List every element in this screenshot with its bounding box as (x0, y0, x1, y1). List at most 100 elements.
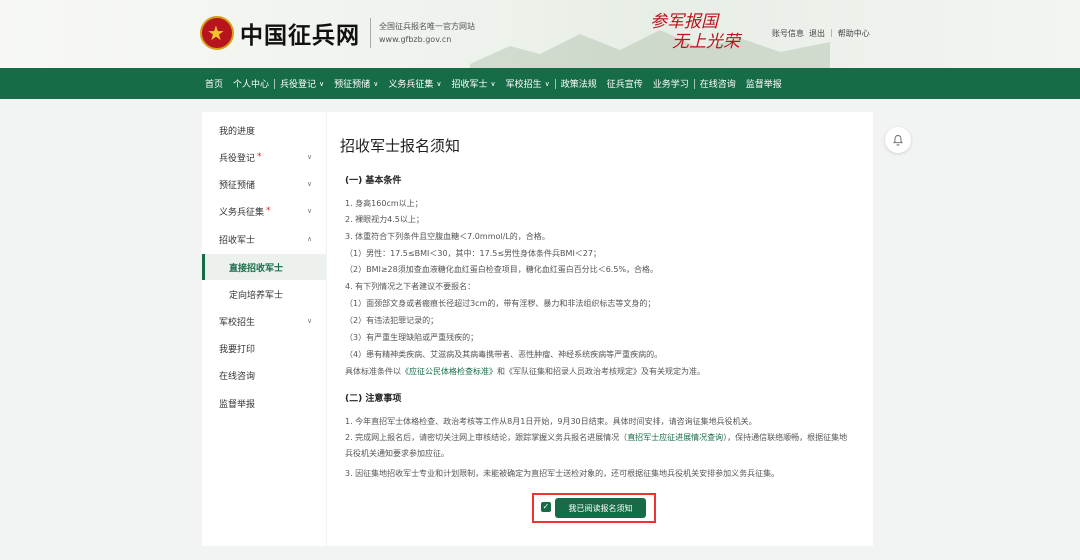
nav-conscription-label: 义务兵征集 (388, 80, 434, 90)
nav-home-label: 首页 (205, 80, 224, 90)
basic-item: （3）有严重生理缺陷或严重残疾的； (345, 333, 479, 342)
nav-online-consult[interactable]: 在线咨询 (695, 68, 741, 99)
sidebar-item-directed-sergeant[interactable]: 定向培养军士 (202, 281, 326, 307)
sidebar-item-label: 监督举报 (219, 399, 256, 410)
nav-pre-enlistment-label: 预征预储 (334, 80, 371, 90)
nav-sergeant-recruitment-label: 招收军士 (451, 80, 488, 90)
slogan-line2: 无上光荣 (672, 32, 740, 52)
sidebar-item-label: 义务兵征集 (219, 207, 265, 218)
sidebar-item-direct-sergeant[interactable]: 直接招收军士 (202, 254, 326, 280)
brand-name: 中国征兵网 (240, 22, 360, 49)
sidebar-item-label: 定向培养军士 (229, 290, 284, 301)
note-item: 1. 今年直招军士体格检查、政治考核等工作从8月1日开始，9月30日结束。具体时… (345, 417, 757, 426)
site-header: ★ 中国征兵网 全国征兵报名唯一官方网站 www.gfbzb.gov.cn 参军… (0, 0, 1080, 68)
nav-personal-center-label: 个人中心 (233, 80, 270, 90)
nav-sergeant-recruitment[interactable]: 招收军士 ∨ (446, 68, 500, 99)
sidebar-item-label: 在线咨询 (219, 371, 256, 382)
read-checkbox[interactable]: ✓ (541, 502, 551, 512)
basic-item: （4）患有精神类疾病、艾滋病及其病毒携带者、恶性肿瘤、神经系统疾病等严重疾病的。 (345, 350, 663, 359)
chevron-down-icon: ∨ (307, 317, 313, 325)
nav-pre-enlistment[interactable]: 预征预储 ∨ (329, 68, 383, 99)
sidebar-item-label: 我要打印 (219, 344, 256, 355)
brand-subtitle: 全国征兵报名唯一官方网站 www.gfbzb.gov.cn (379, 20, 475, 46)
nav-promotion[interactable]: 征兵宣传 (602, 68, 648, 99)
basic-item: 2. 裸眼视力4.5以上； (345, 215, 424, 224)
standard-mid: 和《军队征集和招录人员政治考核规定》及有关规定为准。 (497, 367, 705, 376)
section-notes-title: (二) 注意事项 (345, 394, 402, 404)
brand-subtitle-line1: 全国征兵报名唯一官方网站 (379, 22, 475, 31)
nav-military-academy[interactable]: 军校招生 ∨ (501, 68, 555, 99)
nav-military-registration-label: 兵役登记 (280, 80, 317, 90)
chevron-down-icon: ∨ (307, 153, 313, 161)
basic-item: 3. 体重符合下列条件且空腹血糖＜7.0mmol/L的，合格。 (345, 232, 550, 241)
nav-report-label: 监督举报 (745, 80, 782, 90)
nav-promotion-label: 征兵宣传 (606, 80, 643, 90)
sidebar-item-academy[interactable]: 军校招生 ∨ (202, 308, 326, 334)
nav-online-consult-label: 在线咨询 (699, 80, 736, 90)
chevron-up-icon: ∧ (307, 235, 313, 243)
read-confirm-button[interactable]: 我已阅读报名须知 (555, 498, 646, 518)
chevron-down-icon: ∨ (307, 180, 313, 188)
basic-item: （1）面颈部文身或者瘢痕长径超过3cm的，带有淫秽、暴力和非法组织标志等文身的； (345, 299, 656, 308)
sidebar-item-label: 兵役登记 (219, 153, 256, 164)
brand-subtitle-line2: www.gfbzb.gov.cn (379, 35, 452, 44)
sidebar-item-label: 预征预储 (219, 180, 256, 191)
note2-pre: 2. 完成网上报名后，请密切关注网上审核结论，跟踪掌握义务兵报名进展情况（ (345, 433, 628, 442)
chevron-down-icon: ∨ (436, 79, 442, 88)
slogan: 参军报国 无上光荣 (650, 12, 740, 52)
nav-learning-label: 业务学习 (652, 80, 689, 90)
sidebar-item-label: 招收军士 (219, 235, 256, 246)
sidebar-item-pre-enlistment[interactable]: 预征预储 ∨ (202, 171, 326, 197)
nav-policy[interactable]: 政策法规 (556, 68, 602, 99)
sidebar-item-consult[interactable]: 在线咨询 (202, 362, 326, 388)
required-mark: * (266, 206, 271, 216)
note-item: 3. 因征集地招收军士专业和计划限制，未能被确定为直招军士送检对象的，还可根据征… (345, 469, 780, 478)
notification-bell[interactable] (885, 127, 911, 153)
sidebar-item-label: 直接招收军士 (229, 263, 284, 274)
army-emblem-icon: ★ (200, 16, 234, 50)
sidebar-item-report[interactable]: 监督举报 (202, 390, 326, 416)
sidebar-item-label: 我的进度 (219, 126, 256, 137)
standard-pre: 具体标准条件以 (345, 367, 401, 376)
standard-note: 具体标准条件以《应征公民体格检查标准》和《军队征集和招录人员政治考核规定》及有关… (345, 366, 705, 377)
bell-icon (893, 135, 903, 146)
brand-divider (370, 18, 371, 48)
site-logo[interactable]: ★ 中国征兵网 全国征兵报名唯一官方网站 www.gfbzb.gov.cn (200, 16, 475, 50)
basic-item: 1. 身高160cm以上； (345, 199, 423, 208)
nav-personal-center[interactable]: 个人中心 (228, 68, 274, 99)
sidebar: 我的进度 兵役登记 * ∨ 预征预储 ∨ 义务兵征集 * ∨ 招收军士 ∧ 直接招收军士 定… (202, 112, 326, 546)
chevron-down-icon: ∨ (544, 79, 550, 88)
basic-item: （2）BMI≥28须加查血液糖化血红蛋白检查项目，糖化血红蛋白百分比＜6.5%，… (345, 265, 659, 274)
nav-military-registration[interactable]: 兵役登记 ∨ (275, 68, 329, 99)
sidebar-item-print[interactable]: 我要打印 (202, 335, 326, 361)
nav-military-academy-label: 军校招生 (505, 80, 542, 90)
nav-home[interactable]: 首页 (200, 68, 228, 99)
sidebar-item-progress[interactable]: 我的进度 (202, 117, 326, 143)
link-divider: | (830, 28, 833, 37)
basic-item: （2）有违法犯罪记录的； (345, 316, 439, 325)
sidebar-item-sergeant[interactable]: 招收军士 ∧ (202, 226, 326, 252)
main-nav: 首页 个人中心 兵役登记 ∨ 预征预储 ∨ 义务兵征集 ∨ 招收军士 ∨ 军校招生 ∨ 政… (0, 68, 1080, 99)
slogan-line1: 参军报国 (650, 12, 718, 32)
page-title: 招收军士报名须知 (340, 137, 461, 155)
required-mark: * (257, 152, 262, 162)
nav-report[interactable]: 监督举报 (741, 68, 787, 99)
main-content: 招收军士报名须知 (一) 基本条件 1. 身高160cm以上； 2. 裸眼视力4… (327, 112, 873, 546)
chevron-down-icon: ∨ (490, 79, 496, 88)
account-info-link[interactable]: 账号信息 (772, 28, 804, 39)
nav-learning[interactable]: 业务学习 (648, 68, 694, 99)
logout-link[interactable]: 退出 (809, 28, 825, 39)
top-links: 账号信息 退出 | 帮助中心 (772, 28, 870, 39)
sidebar-item-conscription[interactable]: 义务兵征集 * ∨ (202, 198, 326, 224)
chevron-down-icon: ∨ (319, 79, 325, 88)
nav-policy-label: 政策法规 (560, 80, 597, 90)
note-item: 2. 完成网上报名后，请密切关注网上审核结论，跟踪掌握义务兵报名进展情况（直招军… (345, 430, 850, 462)
nav-conscription[interactable]: 义务兵征集 ∨ (383, 68, 446, 99)
help-center-link[interactable]: 帮助中心 (838, 28, 870, 39)
sidebar-item-label: 军校招生 (219, 317, 256, 328)
sidebar-item-registration[interactable]: 兵役登记 * ∨ (202, 144, 326, 170)
physical-standard-link[interactable]: 《应征公民体格检查标准》 (401, 367, 497, 376)
chevron-down-icon: ∨ (307, 207, 313, 215)
basic-item: 4. 有下列情况之下者建议不要报名： (345, 282, 476, 291)
progress-query-link[interactable]: 直招军士应征进展情况查询 (627, 433, 723, 442)
